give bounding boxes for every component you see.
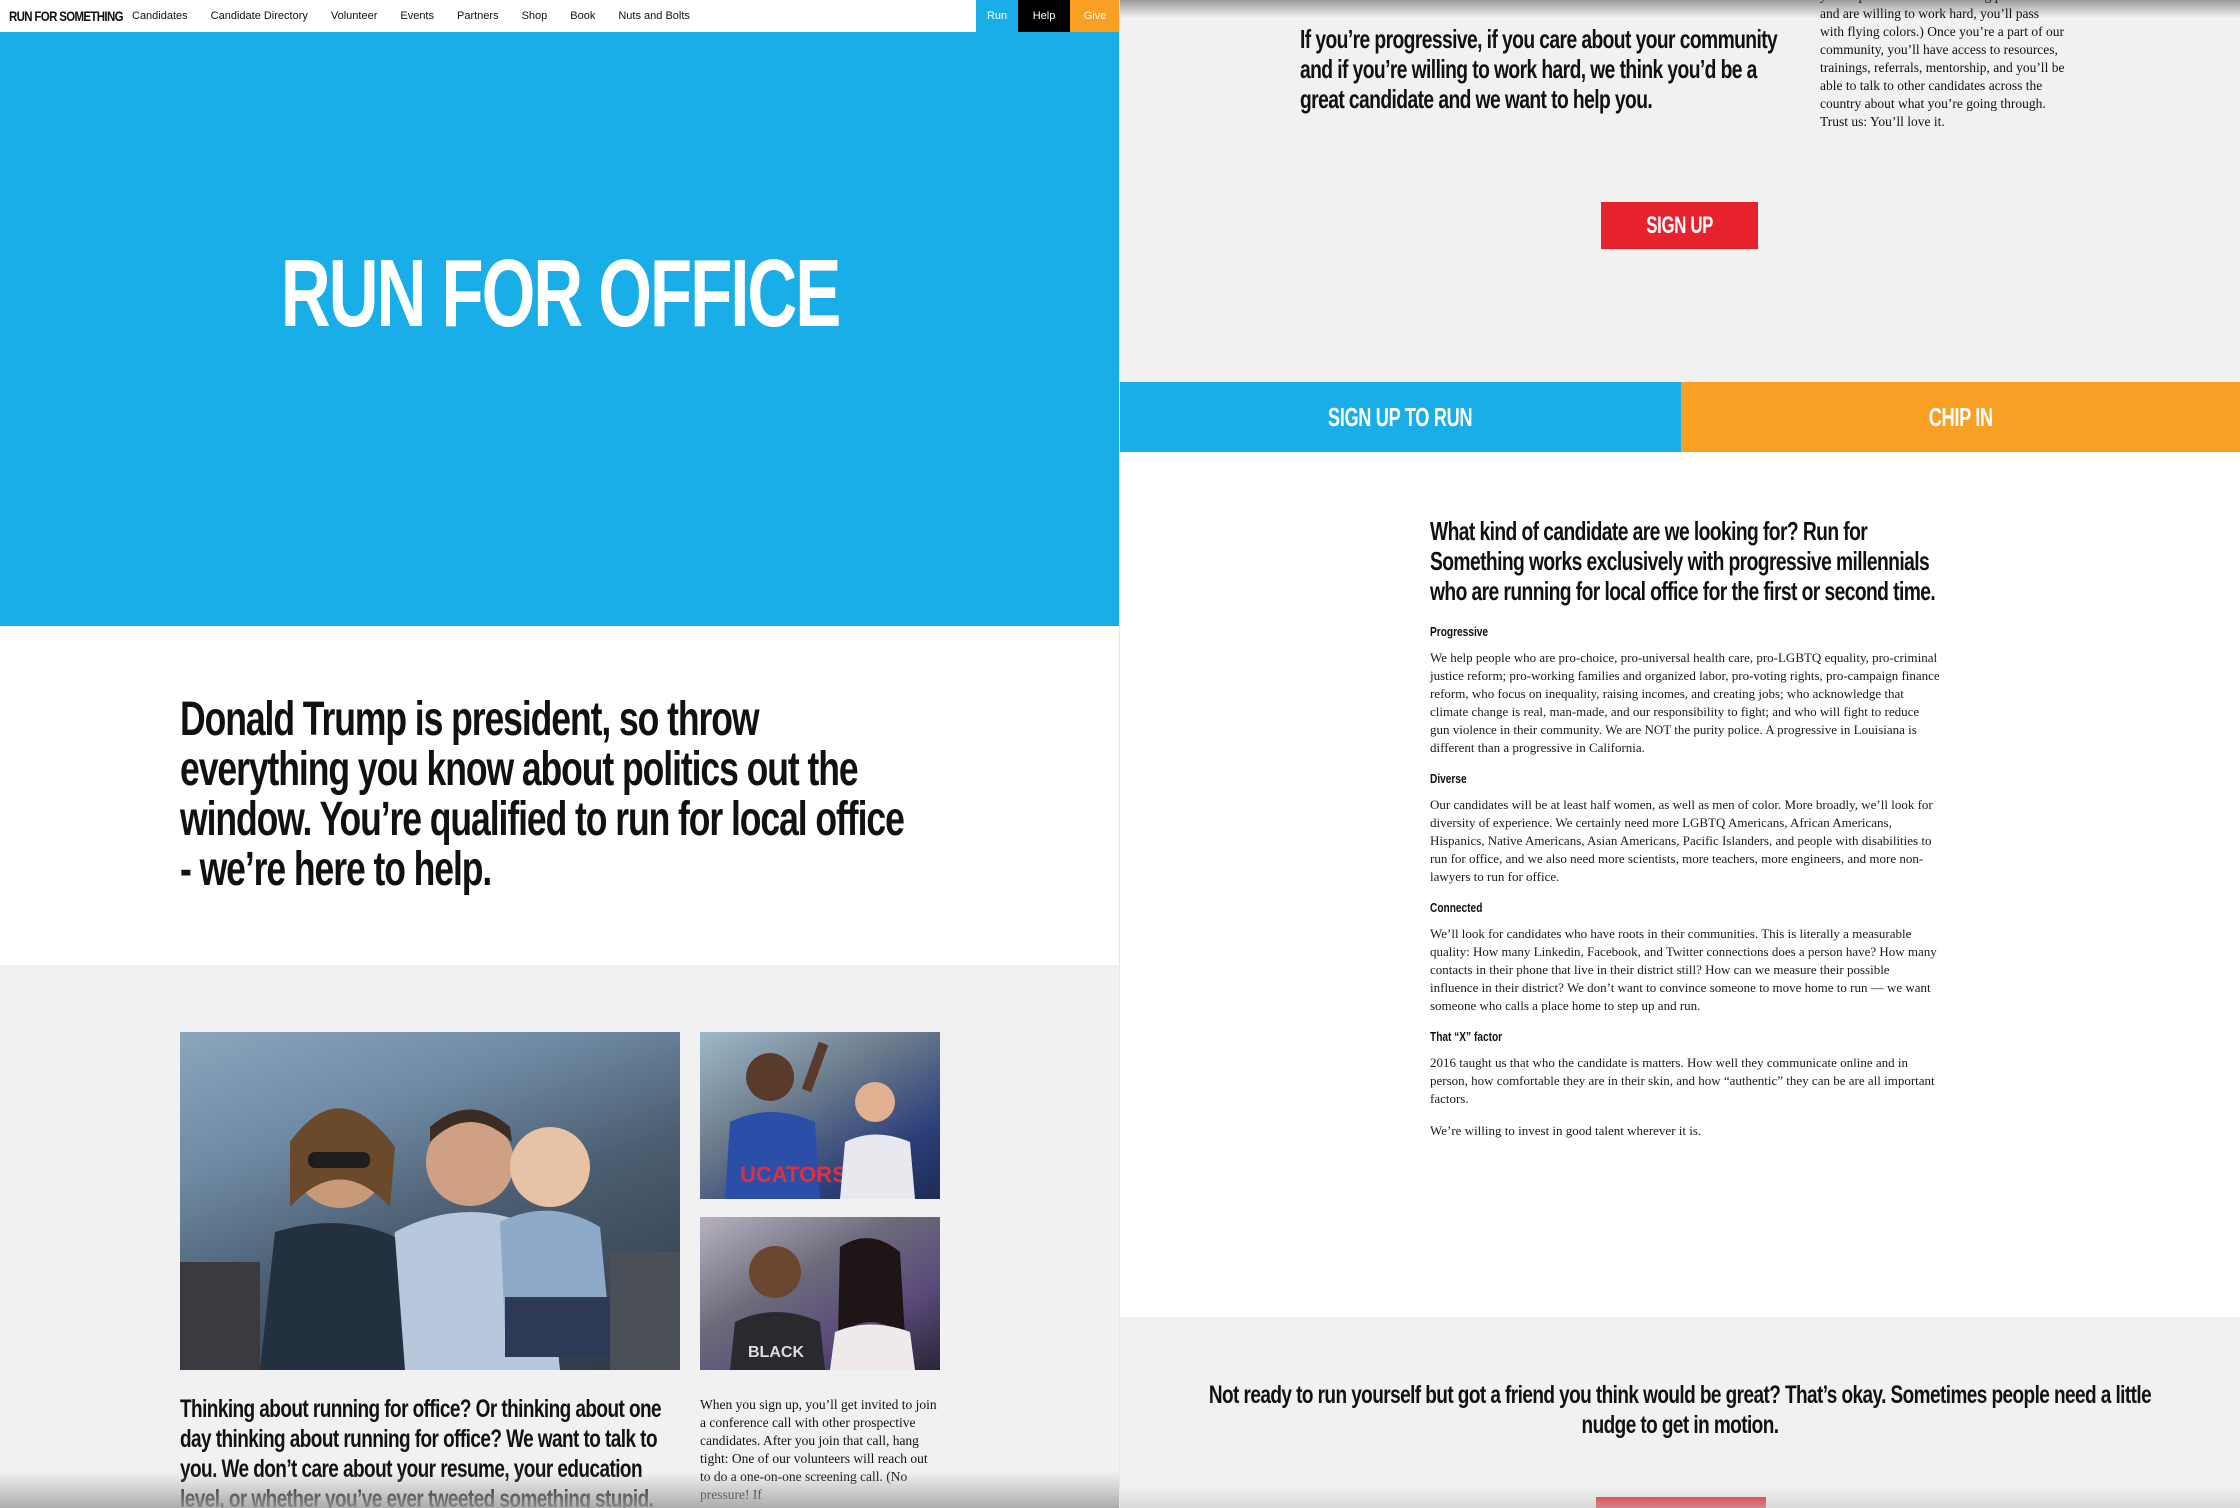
hero-title: RUN FOR OFFICE <box>280 240 842 347</box>
candidate-criteria: What kind of candidate are we looking fo… <box>1430 516 1940 1154</box>
run-nav-button[interactable]: Run <box>976 0 1018 32</box>
left-page-panel: RUN FOR SOMETHING Candidates Candidate D… <box>0 0 1120 1508</box>
right-bottom-scroll-shadow <box>1120 1486 2240 1508</box>
sign-up-button[interactable]: SIGN UP <box>1601 202 1758 249</box>
criteria-x-factor-text: 2016 taught us that who the candidate is… <box>1430 1055 1935 1106</box>
help-nav-button[interactable]: Help <box>1018 0 1070 32</box>
right-top-scroll-shadow <box>1120 0 2240 18</box>
criteria-invest-text: We’re willing to invest in good talent w… <box>1430 1123 1702 1138</box>
sign-up-button-label: SIGN UP <box>1646 211 1713 239</box>
crowd-women-photo: BLACK <box>700 1217 940 1370</box>
teachers-rally-photo: UCATORS <box>700 1032 940 1199</box>
criteria-connected-text: We’ll look for candidates who have roots… <box>1430 926 1937 1013</box>
teachers-rally-photo-art: UCATORS <box>725 1041 915 1199</box>
sign-up-to-run-button[interactable]: SIGN UP TO RUN <box>1120 382 1681 452</box>
right-small-copy: you’re passionate about solving problems… <box>1820 0 2065 129</box>
intro-statement: Donald Trump is president, so throw ever… <box>180 693 905 896</box>
right-page-panel: If you’re progressive, if you care about… <box>1120 0 2240 1508</box>
nav-link-partners[interactable]: Partners <box>457 10 499 22</box>
svg-text:BLACK: BLACK <box>748 1344 804 1361</box>
criteria-diverse-title: Diverse <box>1430 771 1467 786</box>
sign-up-to-run-label: SIGN UP TO RUN <box>1328 401 1473 432</box>
nav-link-nuts-and-bolts[interactable]: Nuts and Bolts <box>618 10 690 22</box>
site-logo[interactable]: RUN FOR SOMETHING <box>9 8 124 24</box>
refer-friend-copy: Not ready to run yourself but got a frie… <box>1180 1380 2180 1440</box>
nav-link-volunteer[interactable]: Volunteer <box>331 10 377 22</box>
give-nav-button[interactable]: Give <box>1070 0 1120 32</box>
nav-action-buttons: Run Help Give <box>976 0 1120 32</box>
top-nav: RUN FOR SOMETHING Candidates Candidate D… <box>0 0 1120 32</box>
nav-link-events[interactable]: Events <box>400 10 434 22</box>
family-rally-photo <box>180 1032 680 1370</box>
criteria-progressive-text: We help people who are pro-choice, pro-u… <box>1430 650 1940 755</box>
crowd-women-photo-art: BLACK <box>730 1238 915 1370</box>
left-bottom-scroll-shadow <box>0 1472 1120 1508</box>
nav-links: Candidates Candidate Directory Volunteer… <box>132 0 713 32</box>
criteria-diverse-text: Our candidates will be at least half wom… <box>1430 797 1933 884</box>
right-big-copy: If you’re progressive, if you care about… <box>1300 24 1778 114</box>
family-rally-photo-art <box>180 1108 680 1370</box>
hero-banner: RUN FOR OFFICE <box>0 32 1120 626</box>
criteria-x-factor-title: That “X” factor <box>1430 1029 1503 1044</box>
refer-friend-text: Not ready to run yourself but got a frie… <box>1208 1381 2152 1439</box>
criteria-heading: What kind of candidate are we looking fo… <box>1430 516 1936 606</box>
nav-link-book[interactable]: Book <box>570 10 595 22</box>
svg-text:UCATORS: UCATORS <box>740 1162 847 1187</box>
chip-in-button[interactable]: CHIP IN <box>1681 382 2240 452</box>
nav-link-candidates[interactable]: Candidates <box>132 10 188 22</box>
nav-link-shop[interactable]: Shop <box>522 10 548 22</box>
criteria-progressive-title: Progressive <box>1430 624 1489 639</box>
nav-link-candidate-directory[interactable]: Candidate Directory <box>211 10 308 22</box>
chip-in-label: CHIP IN <box>1928 401 1993 432</box>
criteria-connected-title: Connected <box>1430 900 1483 915</box>
